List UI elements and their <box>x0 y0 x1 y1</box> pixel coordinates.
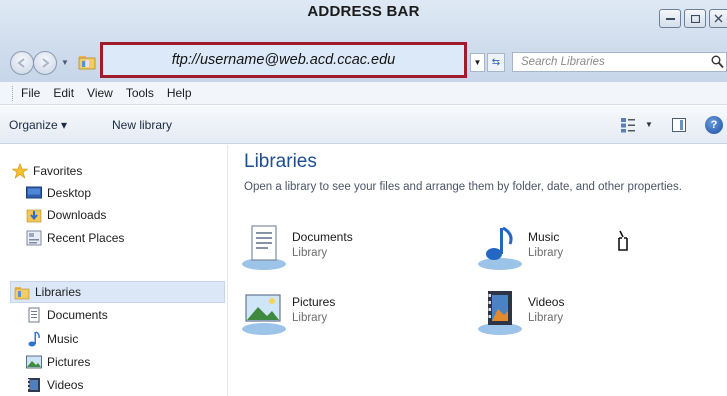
menu-help[interactable]: Help <box>167 86 192 100</box>
libraries-folder-icon <box>14 287 30 300</box>
minimize-button[interactable] <box>659 9 681 28</box>
organize-button[interactable]: Organize ▾ <box>9 118 67 132</box>
nav-documents-label: Documents <box>47 308 108 322</box>
menu-file[interactable]: File <box>21 86 40 100</box>
videos-library-icon <box>478 291 522 335</box>
maximize-icon <box>690 14 700 23</box>
nav-desktop-label: Desktop <box>47 186 92 200</box>
nav-recent-places[interactable]: Recent Places <box>26 230 124 246</box>
menu-grip <box>12 85 15 101</box>
document-icon <box>28 307 40 323</box>
window-title: ADDRESS BAR <box>307 3 420 20</box>
new-library-button[interactable]: New library <box>112 118 172 132</box>
maximize-button[interactable] <box>684 9 706 28</box>
nav-desktop[interactable]: Desktop <box>26 185 91 201</box>
back-arrow-icon <box>17 58 25 68</box>
library-pictures-name: Pictures <box>292 295 336 309</box>
address-bar[interactable]: ftp://username@web.acd.ccac.edu <box>100 42 467 78</box>
music-library-icon <box>478 226 522 270</box>
title-bar: ADDRESS BAR ▼ ftp://username@web.acd.cca… <box>0 0 727 82</box>
address-text: ftp://username@web.acd.ccac.edu <box>171 52 396 68</box>
library-documents-type: Library <box>292 247 328 259</box>
forward-button[interactable] <box>33 51 57 75</box>
navigation-pane: Favorites Desktop Downloads Recent Place… <box>0 145 228 396</box>
window-controls <box>659 9 727 28</box>
nav-music-label: Music <box>47 332 79 346</box>
content-description: Open a library to see your files and arr… <box>244 181 682 193</box>
content-title: Libraries <box>244 151 317 172</box>
nav-pictures[interactable]: Pictures <box>26 354 90 370</box>
library-videos-name: Videos <box>528 295 565 309</box>
preview-pane-icon[interactable] <box>672 118 686 132</box>
library-documents[interactable]: Documents Library <box>240 224 353 272</box>
search-box[interactable] <box>512 52 727 72</box>
close-button[interactable] <box>709 9 727 28</box>
refresh-button[interactable]: ⇆ <box>487 53 505 72</box>
nav-downloads-label: Downloads <box>47 208 107 222</box>
pictures-icon <box>26 355 42 369</box>
text-cursor-icon <box>618 230 628 251</box>
videos-icon <box>28 378 40 392</box>
search-input[interactable] <box>521 56 706 68</box>
nav-videos[interactable]: Videos <box>26 377 83 393</box>
nav-music[interactable]: Music <box>26 331 78 347</box>
nav-documents[interactable]: Documents <box>26 307 108 323</box>
address-dropdown-button[interactable]: ▼ <box>470 53 485 72</box>
menu-tools[interactable]: Tools <box>126 86 154 100</box>
view-options-dropdown[interactable]: ▼ <box>645 120 653 129</box>
nav-videos-label: Videos <box>47 378 84 392</box>
command-bar: Organize ▾ New library ▼ ? <box>0 106 727 144</box>
menu-bar: File Edit View Tools Help <box>0 82 727 105</box>
recent-places-icon <box>26 230 42 246</box>
menu-edit[interactable]: Edit <box>53 86 74 100</box>
nav-pictures-label: Pictures <box>47 355 91 369</box>
minimize-icon <box>665 18 675 20</box>
library-music-name: Music <box>528 230 560 244</box>
downloads-folder-icon <box>26 209 42 223</box>
library-pictures[interactable]: Pictures Library <box>240 289 335 337</box>
chevron-down-icon: ▼ <box>473 58 482 67</box>
nav-libraries[interactable]: Libraries <box>14 284 81 300</box>
back-button[interactable] <box>10 51 34 75</box>
library-music-type: Library <box>528 247 564 259</box>
close-icon <box>714 14 723 23</box>
forward-arrow-icon <box>42 58 50 68</box>
recent-pages-dropdown[interactable]: ▼ <box>61 58 69 67</box>
nav-libraries-label: Libraries <box>35 285 82 299</box>
nav-favorites-label: Favorites <box>33 164 83 178</box>
nav-favorites[interactable]: Favorites <box>12 163 82 179</box>
nav-downloads[interactable]: Downloads <box>26 207 106 223</box>
star-icon <box>12 163 28 179</box>
nav-recent-places-label: Recent Places <box>47 231 125 245</box>
library-documents-name: Documents <box>292 230 353 244</box>
desktop-icon <box>26 186 42 199</box>
refresh-icon: ⇆ <box>491 57 501 68</box>
pictures-library-icon <box>242 294 286 335</box>
library-pictures-type: Library <box>292 312 328 324</box>
library-videos-type: Library <box>528 312 564 324</box>
change-view-icon[interactable] <box>620 117 636 133</box>
search-icon[interactable] <box>711 55 724 69</box>
menu-view[interactable]: View <box>87 86 113 100</box>
library-videos[interactable]: Videos Library <box>476 289 564 337</box>
music-note-icon <box>28 331 40 347</box>
library-music[interactable]: Music Library <box>476 224 563 272</box>
documents-library-icon <box>242 225 286 270</box>
help-icon[interactable]: ? <box>705 116 723 134</box>
libraries-folder-icon <box>78 56 96 70</box>
